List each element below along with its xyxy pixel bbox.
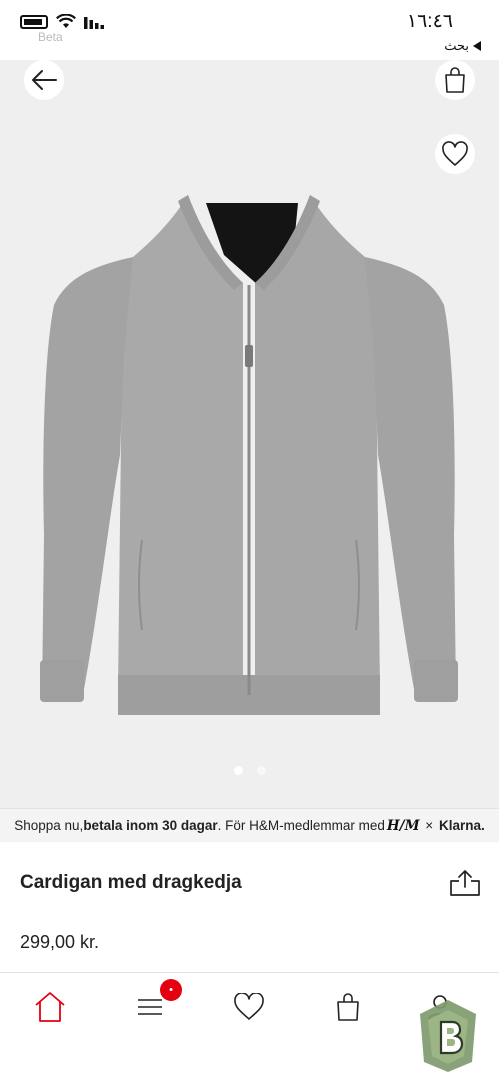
carrier-label: Beta — [38, 30, 63, 44]
nav-bag[interactable] — [328, 987, 368, 1027]
arrow-left-icon — [32, 70, 57, 90]
klarna-banner[interactable]: Shoppa nu, betala inom 30 dagar. För H&M… — [0, 808, 499, 842]
product-image-carousel[interactable] — [0, 60, 499, 808]
klarna-logo: Klarna. — [438, 818, 485, 833]
hm-logo: H/M — [386, 817, 420, 834]
battery-icon — [20, 14, 48, 29]
product-name: Cardigan med dragkedja — [20, 872, 242, 893]
bag-icon — [445, 67, 465, 93]
status-bar: Beta ١٦:٤٦ بحث — [0, 0, 499, 60]
cart-button[interactable] — [435, 60, 475, 100]
back-button[interactable] — [24, 60, 64, 100]
heart-icon — [234, 993, 264, 1020]
share-button[interactable] — [448, 866, 482, 900]
heart-icon — [442, 141, 468, 166]
signal-icon — [84, 16, 104, 29]
product-title-row: Cardigan med dragkedja — [20, 866, 482, 900]
banner-times: × — [425, 818, 434, 833]
menu-icon — [138, 999, 162, 1015]
favorite-button[interactable] — [435, 134, 475, 174]
nav-favorites[interactable] — [229, 987, 269, 1027]
status-time: ١٦:٤٦ — [406, 11, 453, 32]
banner-prefix: Shoppa nu, — [14, 818, 84, 833]
wifi-icon — [56, 14, 76, 28]
home-icon — [35, 992, 65, 1022]
back-to-app-link[interactable]: بحث — [444, 38, 481, 54]
carousel-dot-2[interactable] — [256, 766, 266, 775]
bag-icon — [337, 993, 359, 1021]
carousel-dots — [0, 766, 499, 775]
status-icons: Beta — [20, 14, 106, 44]
product-price: 299,00 kr. — [20, 932, 100, 952]
share-icon — [450, 870, 480, 896]
banner-bold: betala inom 30 dagar — [83, 818, 218, 833]
banner-middle: . För H&M-medlemmar med — [217, 818, 385, 833]
back-to-app-label: بحث — [444, 38, 469, 53]
product-photo — [40, 195, 458, 715]
back-triangle-icon — [473, 41, 481, 51]
screen: Beta ١٦:٤٦ بحث Shoppa nu, betala inom 30… — [0, 0, 499, 1080]
carousel-dot-1[interactable] — [233, 766, 243, 775]
menu-badge: • — [160, 979, 182, 1001]
nav-home[interactable] — [30, 987, 70, 1027]
b-logo — [420, 1000, 476, 1072]
